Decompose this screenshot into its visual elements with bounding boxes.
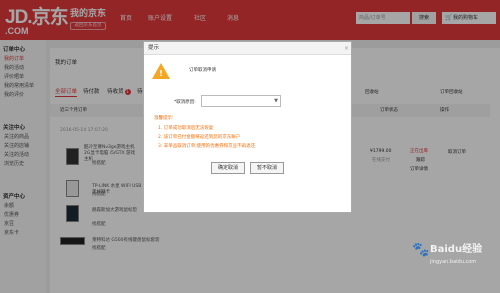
dialog-title: 提示 xyxy=(144,42,351,55)
confirm-cancel-button[interactable]: 确定取消 xyxy=(211,162,245,174)
warning-icon-mark: ! xyxy=(159,69,163,78)
watermark: 🐾 Baidu经验 jingyan.baidu.com xyxy=(410,232,500,292)
tip-item: 1. 订单成功取消后无法恢复 xyxy=(158,126,214,131)
paw-logo-icon: 🐾 xyxy=(412,242,430,258)
close-icon[interactable]: × xyxy=(344,45,349,52)
keep-order-button[interactable]: 暂不取消 xyxy=(250,162,284,174)
watermark-text: Baidu经验 xyxy=(430,244,483,255)
tips-title: 温馨提示: xyxy=(154,116,174,121)
dialog-message: 订单取消申请 xyxy=(189,68,216,73)
reason-select[interactable]: ▼ xyxy=(201,95,281,107)
tip-item: 3. 非单品取消订单,使用的优惠券和京豆不再退还 xyxy=(158,144,256,149)
watermark-sub: jingyan.baidu.com xyxy=(430,259,477,265)
tip-item: 2. 该订单已付金额将返还到您的京东账户 xyxy=(158,135,241,140)
cancel-order-dialog: 提示 × ! 订单取消申请 *取消原因: 温馨提示: 1. 订单成功取消后无法恢… xyxy=(143,41,352,213)
chevron-down-icon: ▼ xyxy=(274,98,278,104)
reason-label: *取消原因: xyxy=(174,100,196,105)
